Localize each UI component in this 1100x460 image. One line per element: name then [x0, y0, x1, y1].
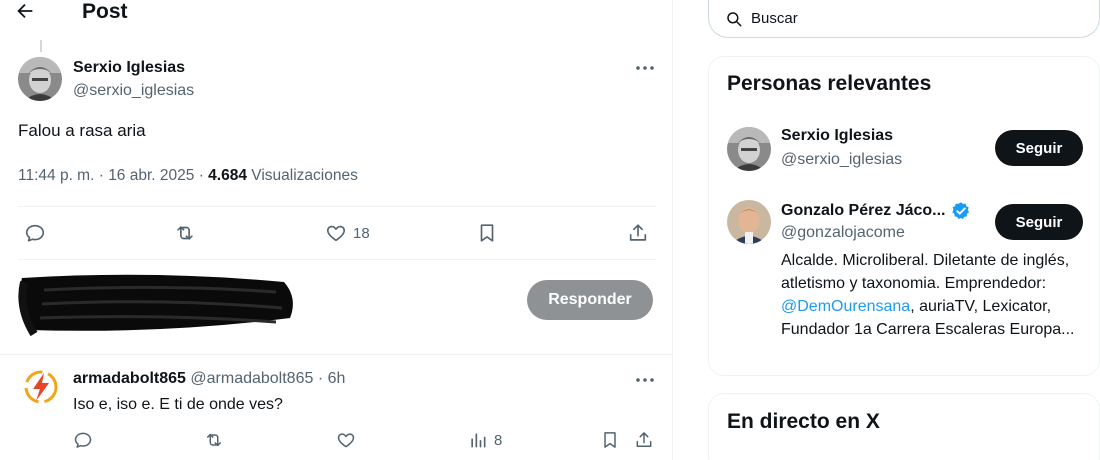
- reply-author-name[interactable]: armadabolt865: [73, 370, 186, 387]
- share-action[interactable]: [627, 222, 649, 244]
- post-time[interactable]: 11:44 p. m.: [18, 167, 94, 184]
- reply-action[interactable]: [24, 222, 46, 244]
- reply-author-avatar[interactable]: [24, 370, 58, 404]
- back-arrow-icon[interactable]: [14, 0, 46, 26]
- main-column: Post Serxio Iglesias @serxio_iglesias Fa…: [0, 0, 673, 460]
- reply-action[interactable]: [73, 430, 93, 450]
- reply-button[interactable]: Responder: [527, 280, 653, 320]
- live-title: En directo en X: [727, 410, 880, 433]
- reply-composer-redacted[interactable]: [14, 268, 296, 340]
- person-name[interactable]: Gonzalo Pérez Jáco...: [781, 201, 971, 221]
- person-bio: Alcalde. Microliberal. Diletante de ingl…: [781, 249, 1086, 341]
- follow-button[interactable]: Seguir: [995, 204, 1083, 240]
- meta-separator: ·: [313, 370, 328, 387]
- reply-author: armadabolt865 @armadabolt865 · 6h: [73, 370, 345, 388]
- page-title: Post: [82, 0, 128, 23]
- search-icon: [727, 11, 742, 26]
- repost-action[interactable]: [204, 430, 224, 450]
- reply-icon: [74, 432, 92, 448]
- like-count: 18: [353, 224, 370, 242]
- share-icon: [629, 224, 647, 241]
- divider: [0, 354, 673, 355]
- search-bar[interactable]: Buscar: [708, 0, 1100, 38]
- post-text: Falou a rasa aria: [18, 121, 146, 140]
- post-author-handle[interactable]: @serxio_iglesias: [73, 82, 194, 100]
- share-action[interactable]: [634, 430, 654, 450]
- divider: [18, 206, 656, 207]
- verified-badge-icon: [951, 202, 969, 219]
- bookmark-action[interactable]: [476, 222, 498, 244]
- thread-line: [40, 40, 42, 52]
- repost-action[interactable]: [174, 222, 196, 244]
- search-placeholder: Buscar: [751, 10, 798, 27]
- like-action[interactable]: [336, 430, 356, 450]
- person-handle[interactable]: @serxio_iglesias: [781, 151, 902, 169]
- views-count: 4.684: [208, 167, 247, 184]
- more-options-icon[interactable]: [634, 58, 656, 78]
- post-author-avatar[interactable]: [18, 57, 62, 101]
- meta-separator: ·: [94, 167, 109, 184]
- bio-text: Alcalde. Microliberal. Diletante de ingl…: [781, 252, 1070, 292]
- relevant-people-title: Personas relevantes: [727, 72, 932, 95]
- post-metadata: 11:44 p. m. · 16 abr. 2025 · 4.684 Visua…: [18, 167, 358, 185]
- views-count: 8: [494, 431, 503, 449]
- like-action[interactable]: 18: [325, 222, 370, 244]
- share-icon: [636, 432, 652, 447]
- heart-icon: [326, 225, 346, 242]
- person-name-text: Gonzalo Pérez Jáco...: [781, 202, 946, 219]
- person-avatar[interactable]: [727, 200, 771, 244]
- repost-icon: [207, 433, 221, 447]
- reply-author-handle[interactable]: @armadabolt865: [190, 370, 313, 387]
- more-options-icon[interactable]: [634, 370, 656, 390]
- person-handle[interactable]: @gonzalojacome: [781, 224, 905, 242]
- bookmark-icon: [480, 224, 494, 242]
- heart-icon: [337, 433, 355, 448]
- post-date[interactable]: 16 abr. 2025: [108, 167, 194, 184]
- post-author-name[interactable]: Serxio Iglesias: [73, 59, 185, 77]
- person-name[interactable]: Serxio Iglesias: [781, 127, 893, 145]
- repost-icon: [177, 226, 193, 240]
- follow-button[interactable]: Seguir: [995, 130, 1083, 166]
- bookmark-action[interactable]: [600, 430, 620, 450]
- divider: [18, 259, 656, 260]
- reply-text: Iso e, iso e. E ti de onde ves?: [73, 396, 283, 413]
- bookmark-icon: [604, 432, 616, 448]
- bio-mention-link[interactable]: @DemOurensana: [781, 298, 910, 315]
- meta-separator: ·: [194, 167, 209, 184]
- reply-icon: [25, 224, 45, 242]
- person-name-text: Serxio Iglesias: [781, 127, 894, 144]
- reply-time[interactable]: 6h: [328, 370, 346, 387]
- analytics-icon: [471, 433, 486, 448]
- person-avatar[interactable]: [727, 127, 771, 171]
- views-action[interactable]: 8: [468, 430, 502, 450]
- views-label: Visualizaciones: [251, 167, 358, 184]
